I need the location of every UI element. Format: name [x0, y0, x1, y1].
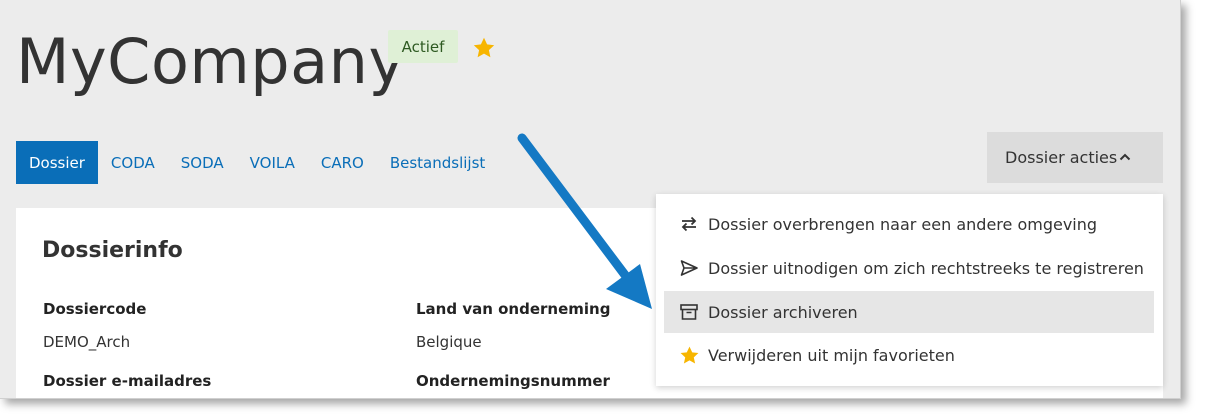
dossier-actions-button[interactable]: Dossier acties	[987, 132, 1163, 183]
dossier-actions-menu: Dossier overbrengen naar een andere omge…	[656, 194, 1163, 386]
tab-soda[interactable]: SODA	[168, 141, 237, 184]
page-title: MyCompany	[16, 25, 406, 98]
tab-bar: Dossier CODA SODA VOILA CARO Bestandslij…	[16, 141, 498, 184]
field-value-land: Belgique	[416, 333, 482, 351]
menu-item-unfavorite[interactable]: Verwijderen uit mijn favorieten	[664, 334, 1154, 376]
field-label-ondernemingsnummer: Ondernemingsnummer	[416, 372, 610, 390]
transfer-icon	[678, 213, 700, 235]
send-icon	[678, 257, 700, 279]
menu-item-label: Dossier archiveren	[708, 302, 858, 322]
panel-title: Dossierinfo	[42, 238, 183, 263]
chevron-up-icon	[1119, 153, 1131, 161]
field-label-email: Dossier e-mailadres	[43, 372, 212, 390]
star-icon[interactable]	[472, 36, 496, 60]
tab-voila[interactable]: VOILA	[237, 141, 308, 184]
dossier-actions-label: Dossier acties	[1005, 148, 1118, 167]
menu-item-label: Dossier uitnodigen om zich rechtstreeks …	[708, 258, 1144, 278]
status-badge: Actief	[388, 30, 458, 63]
field-label-land: Land van onderneming	[416, 300, 611, 318]
star-icon	[678, 344, 700, 366]
app-window: MyCompany Actief Dossier CODA SODA VOILA…	[0, 0, 1181, 399]
archive-icon	[678, 301, 700, 323]
tab-dossier[interactable]: Dossier	[16, 141, 98, 184]
menu-item-label: Verwijderen uit mijn favorieten	[708, 345, 955, 365]
menu-item-invite[interactable]: Dossier uitnodigen om zich rechtstreeks …	[664, 247, 1154, 289]
tab-bestandslijst[interactable]: Bestandslijst	[377, 141, 498, 184]
field-label-dossiercode: Dossiercode	[43, 300, 147, 318]
menu-item-label: Dossier overbrengen naar een andere omge…	[708, 214, 1098, 234]
tab-caro[interactable]: CARO	[308, 141, 377, 184]
field-value-dossiercode: DEMO_Arch	[43, 333, 131, 351]
menu-item-archive[interactable]: Dossier archiveren	[664, 291, 1154, 333]
tab-coda[interactable]: CODA	[98, 141, 168, 184]
menu-item-transfer[interactable]: Dossier overbrengen naar een andere omge…	[664, 203, 1154, 245]
